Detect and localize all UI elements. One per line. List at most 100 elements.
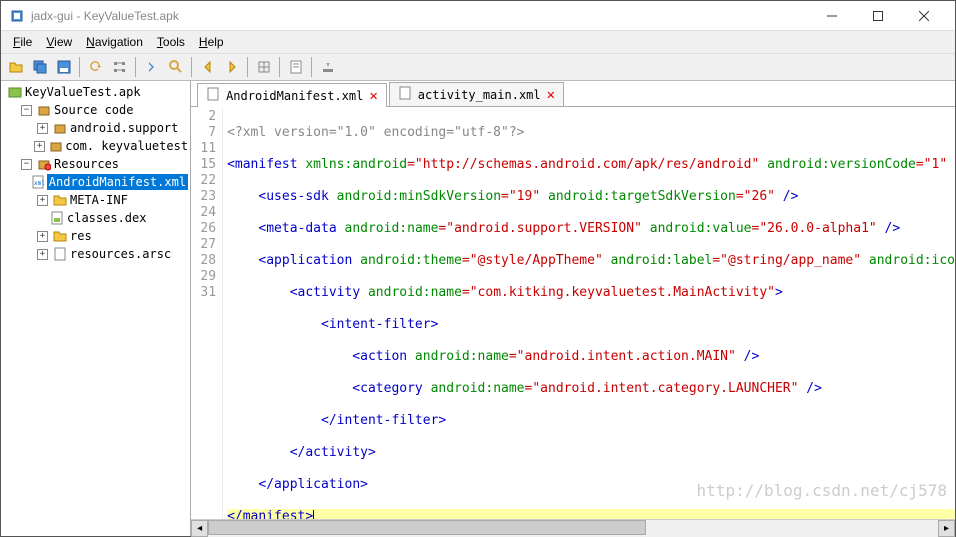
tab-activity-main[interactable]: activity_main.xml ✕ (389, 82, 564, 106)
code-line: <uses-sdk android:minSdkVersion="19" and… (227, 189, 955, 205)
menu-help[interactable]: Help (193, 33, 230, 51)
tab-close-button[interactable]: ✕ (369, 88, 377, 104)
menu-navigation[interactable]: Navigation (80, 33, 149, 51)
text-search-button[interactable] (141, 56, 163, 78)
code-line: <?xml version="1.0" encoding="utf-8"?> (227, 125, 955, 141)
line-number: 15 (191, 157, 216, 173)
tree-label: Source code (54, 102, 133, 118)
line-number: 28 (191, 253, 216, 269)
tab-close-button[interactable]: ✕ (547, 87, 555, 103)
code-line: </application> (227, 477, 955, 493)
close-button[interactable] (901, 1, 947, 31)
app-icon (9, 8, 25, 24)
expand-icon[interactable]: + (37, 249, 48, 260)
tree-resources[interactable]: − Resources (3, 155, 188, 173)
menubar: File View Navigation Tools Help (1, 31, 955, 53)
collapse-icon[interactable]: − (21, 159, 32, 170)
arsc-file-icon (52, 246, 68, 262)
collapse-icon[interactable]: − (21, 105, 32, 116)
toolbar-separator (135, 57, 137, 77)
maximize-button[interactable] (855, 1, 901, 31)
toolbar-separator (191, 57, 193, 77)
back-button[interactable] (197, 56, 219, 78)
class-search-button[interactable] (165, 56, 187, 78)
toolbar (1, 53, 955, 81)
package-icon (36, 102, 52, 118)
preferences-button[interactable] (317, 56, 339, 78)
sync-button[interactable] (85, 56, 107, 78)
tree-label: resources.arsc (70, 246, 171, 262)
line-number: 31 (191, 285, 216, 301)
line-number: 23 (191, 189, 216, 205)
tree-manifest[interactable]: xml AndroidManifest.xml (3, 173, 188, 191)
tree-android-support[interactable]: + android.support (3, 119, 188, 137)
package-icon (49, 138, 64, 154)
package-icon (52, 120, 68, 136)
log-button[interactable] (285, 56, 307, 78)
menu-view[interactable]: View (40, 33, 78, 51)
scroll-left-button[interactable]: ◂ (191, 520, 208, 537)
svg-text:xml: xml (34, 180, 45, 187)
minimize-button[interactable] (809, 1, 855, 31)
line-number: 29 (191, 269, 216, 285)
xml-file-icon (398, 86, 412, 103)
line-number: 11 (191, 141, 216, 157)
code-line-current: </manifest> (227, 509, 955, 519)
tab-manifest[interactable]: AndroidManifest.xml ✕ (197, 83, 387, 107)
line-number: 24 (191, 205, 216, 221)
expand-icon[interactable]: + (37, 123, 48, 134)
tree-resources-arsc[interactable]: + resources.arsc (3, 245, 188, 263)
deobfuscate-button[interactable] (253, 56, 275, 78)
line-gutter: 2 7 11 15 22 23 24 26 27 28 29 31 (191, 107, 223, 519)
menu-tools[interactable]: Tools (151, 33, 191, 51)
line-number: 26 (191, 221, 216, 237)
expand-icon[interactable]: + (34, 141, 44, 152)
dex-file-icon (49, 210, 65, 226)
expand-icon[interactable]: + (37, 195, 48, 206)
save-button[interactable] (53, 56, 75, 78)
code-line: <manifest xmlns:android="http://schemas.… (227, 157, 955, 173)
toolbar-separator (247, 57, 249, 77)
expand-icon[interactable]: + (37, 231, 48, 242)
code-area[interactable]: <?xml version="1.0" encoding="utf-8"?> <… (223, 107, 955, 519)
tree-metainf[interactable]: + META-INF (3, 191, 188, 209)
flatten-button[interactable] (109, 56, 131, 78)
code-line: <category android:name="android.intent.c… (227, 381, 955, 397)
line-number: 27 (191, 237, 216, 253)
editor-tabs: AndroidManifest.xml ✕ activity_main.xml … (191, 81, 955, 107)
tree-label: res (70, 228, 92, 244)
toolbar-separator (279, 57, 281, 77)
file-tree[interactable]: KeyValueTest.apk − Source code + android… (1, 81, 191, 536)
scroll-thumb[interactable] (208, 520, 646, 535)
code-line: <meta-data android:name="android.support… (227, 221, 955, 237)
text-cursor (313, 510, 314, 520)
tree-label: classes.dex (67, 210, 146, 226)
code-line: <activity android:name="com.kitking.keyv… (227, 285, 955, 301)
tree-source-code[interactable]: − Source code (3, 101, 188, 119)
code-line: <application android:theme="@style/AppTh… (227, 253, 955, 269)
code-editor[interactable]: 2 7 11 15 22 23 24 26 27 28 29 31 <?xml … (191, 107, 955, 519)
menu-file[interactable]: File (7, 33, 38, 51)
apk-icon (7, 84, 23, 100)
save-all-button[interactable] (29, 56, 51, 78)
horizontal-scrollbar[interactable]: ◂ ▸ (191, 519, 955, 536)
folder-icon (52, 228, 68, 244)
window-controls (809, 1, 947, 31)
xml-file-icon (206, 87, 220, 104)
code-line: <action android:name="android.intent.act… (227, 349, 955, 365)
xml-file-icon: xml (31, 174, 45, 190)
open-file-button[interactable] (5, 56, 27, 78)
tree-root[interactable]: KeyValueTest.apk (3, 83, 188, 101)
tree-com-keyvaluetest[interactable]: + com. keyvaluetest (3, 137, 188, 155)
code-line: </activity> (227, 445, 955, 461)
folder-icon (52, 192, 68, 208)
scroll-right-button[interactable]: ▸ (938, 520, 955, 537)
editor-panel: AndroidManifest.xml ✕ activity_main.xml … (191, 81, 955, 536)
tree-label: com. keyvaluetest (65, 138, 188, 154)
forward-button[interactable] (221, 56, 243, 78)
tree-classes-dex[interactable]: classes.dex (3, 209, 188, 227)
tree-res[interactable]: + res (3, 227, 188, 245)
tree-label: META-INF (70, 192, 128, 208)
scroll-track[interactable] (208, 520, 938, 537)
code-line: <intent-filter> (227, 317, 955, 333)
